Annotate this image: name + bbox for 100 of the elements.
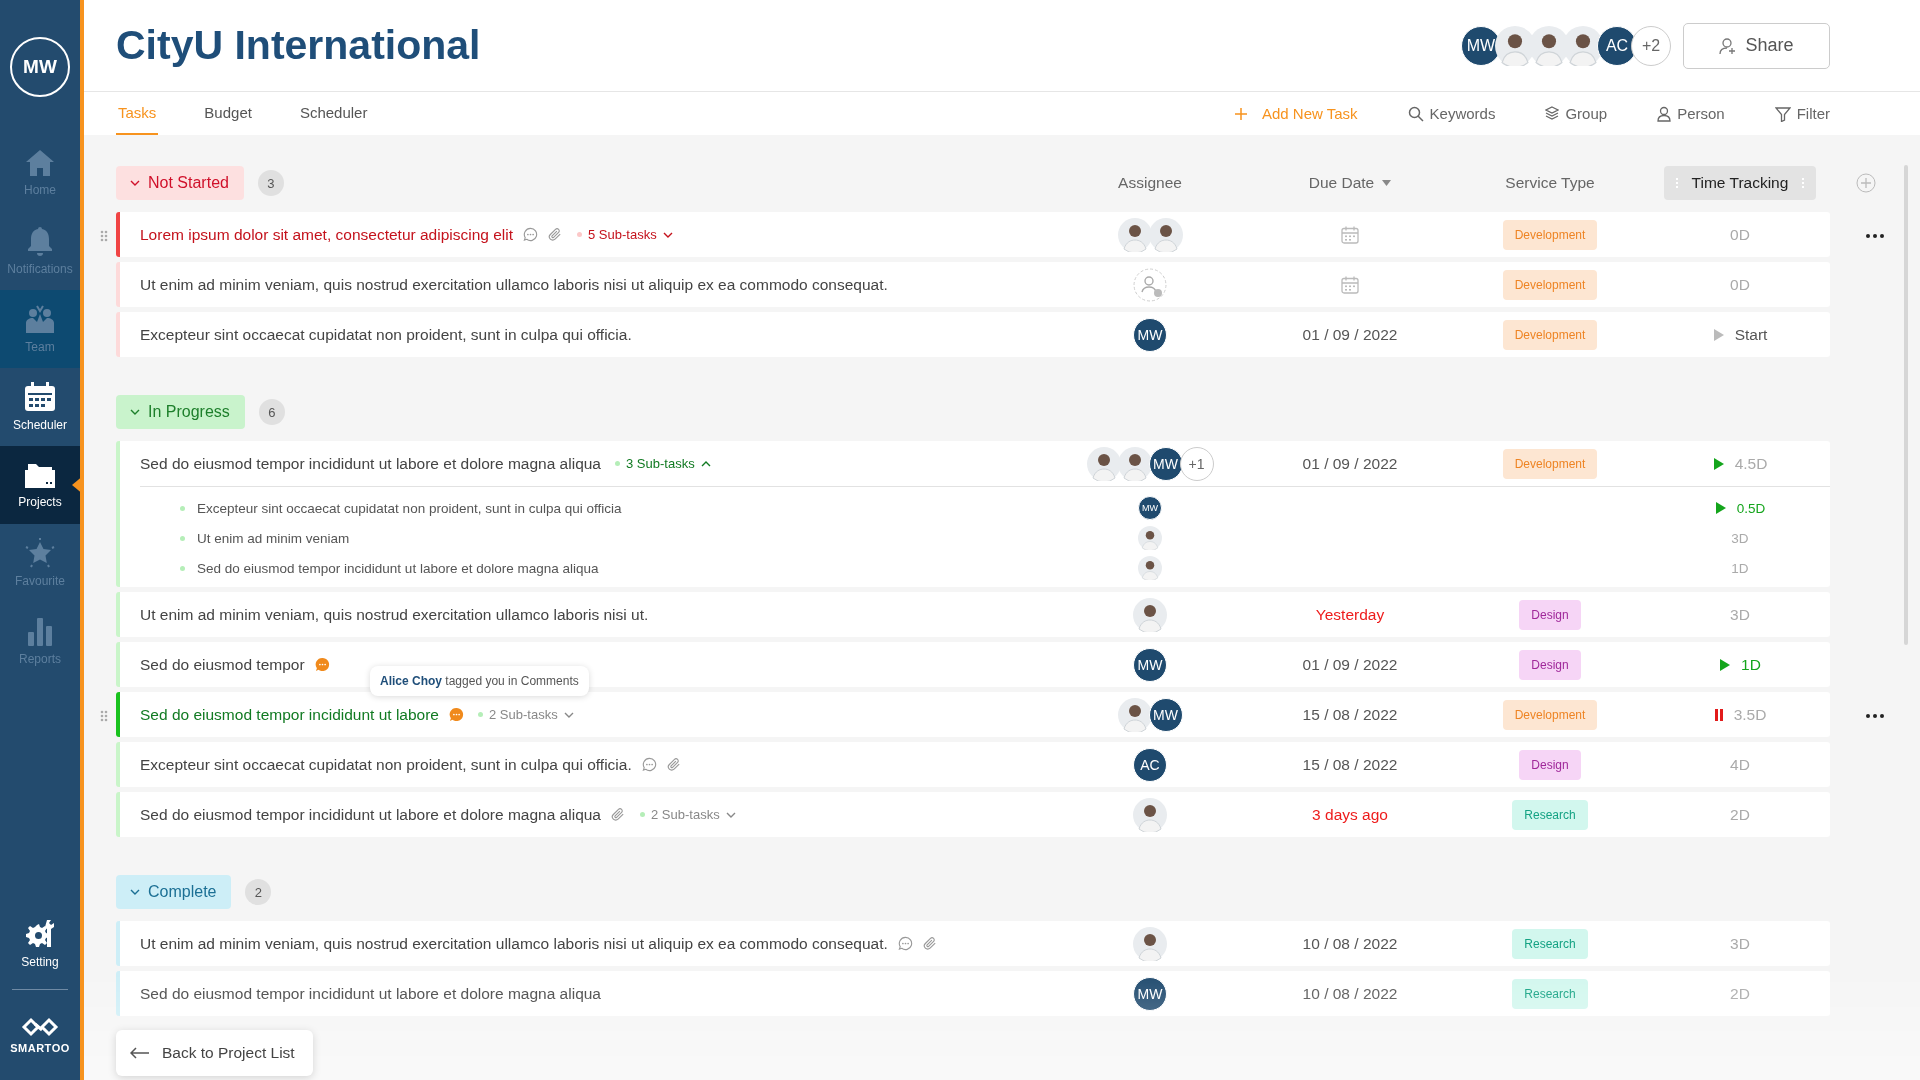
- person-avatar: [1138, 556, 1162, 580]
- chevron-down-icon: [725, 810, 736, 819]
- back-button[interactable]: Back to Project List: [116, 1030, 313, 1076]
- add-column-icon[interactable]: [1856, 173, 1876, 193]
- paperclip-icon[interactable]: [611, 807, 626, 822]
- sidebar-item[interactable]: Setting: [0, 905, 80, 983]
- sort-caret-icon[interactable]: [1382, 180, 1392, 186]
- subtasks-toggle[interactable]: 2 Sub-tasks: [636, 807, 736, 822]
- task-title[interactable]: Sed do eiusmod tempor incididunt ut labore et dolore magna aliqua: [140, 805, 601, 824]
- due-date: 10 / 08 / 2022: [1302, 984, 1398, 1003]
- add-assignee-icon[interactable]: [1133, 267, 1167, 302]
- service-tag: Design: [1519, 599, 1581, 630]
- service-tag: Design: [1519, 749, 1581, 780]
- service-tag: Design: [1519, 649, 1581, 680]
- more-icon[interactable]: [1866, 714, 1884, 718]
- comment-icon[interactable]: [897, 936, 913, 951]
- task-title[interactable]: Ut enim ad minim veniam, quis nostrud exercitation ullamco laboris nisi ut aliquip ex ea commodo consequat.: [140, 934, 888, 953]
- time-value: 2D: [1730, 984, 1750, 1003]
- sidebar-item[interactable]: Scheduler: [0, 368, 80, 446]
- comment-icon[interactable]: [523, 227, 539, 242]
- task-title[interactable]: Ut enim ad minim veniam, quis nostrud exercitation ullamco laboris nisi ut.: [140, 605, 649, 624]
- tab[interactable]: Budget: [202, 92, 254, 135]
- tab[interactable]: Scheduler: [297, 92, 370, 135]
- person-avatar: [1495, 25, 1535, 66]
- comment-icon[interactable]: [641, 757, 657, 772]
- play-icon[interactable]: [1719, 657, 1732, 672]
- more-icon[interactable]: [1866, 234, 1884, 238]
- subtasks-toggle[interactable]: 3 Sub-tasks: [611, 456, 711, 471]
- subtasks-toggle[interactable]: 2 Sub-tasks: [474, 707, 574, 722]
- person-avatar: [1117, 697, 1152, 732]
- task-row[interactable]: Ut enim ad minim veniam, quis nostrud exercitation ullamco laboris nisi ut. Yesterday Design 3D: [116, 592, 1830, 637]
- add-person-icon: [1719, 36, 1738, 55]
- task-row[interactable]: Excepteur sint occaecat cupidatat non proident, sunt in culpa qui officia. AC 15 / 08 / 2022 Design 4D: [116, 742, 1830, 787]
- subtask-title[interactable]: Sed do eiusmod tempor incididunt ut labore et dolore magna aliqua: [197, 560, 599, 576]
- service-tag: Research: [1512, 799, 1588, 830]
- subtask-title[interactable]: Excepteur sint occaecat cupidatat non proident, sunt in culpa qui officia: [197, 500, 622, 516]
- user-avatar[interactable]: MW: [10, 37, 70, 97]
- time-value: Start: [1734, 325, 1768, 344]
- status-group-toggle[interactable]: In Progress: [116, 395, 245, 429]
- count-badge: 3: [257, 170, 284, 196]
- column-header[interactable]: Due Date: [1250, 174, 1450, 192]
- column-header[interactable]: Assignee: [1050, 174, 1250, 192]
- toolbar-button[interactable]: Person: [1657, 105, 1725, 122]
- status-group-toggle[interactable]: Not Started: [116, 166, 244, 200]
- share-button[interactable]: Share: [1683, 22, 1830, 69]
- task-title[interactable]: Sed do eiusmod tempor incididunt ut labore et dolore magna aliqua: [140, 984, 601, 1003]
- drag-handle[interactable]: [100, 710, 108, 722]
- status-group-toggle[interactable]: Complete: [116, 875, 232, 909]
- task-title[interactable]: Sed do eiusmod tempor incididunt ut labore: [140, 705, 439, 724]
- toolbar-button[interactable]: Group: [1545, 105, 1608, 122]
- project-title: CityU International: [116, 22, 482, 69]
- subtasks-toggle[interactable]: 5 Sub-tasks: [573, 227, 673, 242]
- chevron-down-icon: [130, 408, 140, 416]
- paperclip-icon[interactable]: [922, 936, 938, 951]
- task-title[interactable]: Excepteur sint occaecat cupidatat non proident, sunt in culpa qui officia.: [140, 755, 632, 774]
- subtask-title[interactable]: Ut enim ad minim veniam: [197, 530, 350, 546]
- play-icon[interactable]: [1712, 327, 1725, 342]
- service-tag: Development: [1502, 219, 1598, 250]
- drag-handle[interactable]: [100, 230, 108, 242]
- person-avatar: [1148, 217, 1183, 252]
- play-icon[interactable]: [1712, 456, 1725, 471]
- task-row[interactable]: [116, 441, 1830, 587]
- more-avatars-badge[interactable]: +1: [1179, 446, 1214, 481]
- task-row[interactable]: Sed do eiusmod tempor incididunt ut labore et dolore magna aliqua MW 10 / 08 / 2022 Research 2D: [116, 971, 1830, 1016]
- time-value: 2D: [1730, 805, 1750, 824]
- task-title[interactable]: Lorem ipsum dolor sit amet, consectetur adipiscing elit: [140, 225, 514, 244]
- task-row[interactable]: Ut enim ad minim veniam, quis nostrud exercitation ullamco laboris nisi ut aliquip ex ea commodo consequat. Development 0D: [116, 262, 1830, 307]
- toolbar-button[interactable]: Filter: [1774, 105, 1830, 122]
- unread-comment-icon[interactable]: [314, 657, 330, 672]
- pause-icon[interactable]: [1713, 708, 1724, 721]
- task-title[interactable]: Ut enim ad minim veniam, quis nostrud exercitation ullamco laboris nisi ut aliquip ex ea commodo consequat.: [140, 275, 888, 294]
- column-header[interactable]: Time Tracking: [1664, 166, 1816, 200]
- notification-tooltip: Alice Choy tagged you in Comments: [370, 666, 589, 696]
- time-value: 3D: [1730, 934, 1750, 953]
- paperclip-icon[interactable]: [548, 227, 564, 242]
- toolbar-button[interactable]: Keywords: [1407, 105, 1496, 122]
- person-avatar: [1117, 217, 1152, 252]
- due-date: Yesterday: [1315, 605, 1385, 624]
- people-icon: [24, 304, 56, 334]
- task-title[interactable]: Sed do eiusmod tempor incididunt ut labore et dolore magna aliqua: [140, 454, 601, 473]
- task-row[interactable]: Ut enim ad minim veniam, quis nostrud exercitation ullamco laboris nisi ut aliquip ex ea commodo consequat. 10 / 08 / 2022 Research 3D: [116, 921, 1830, 966]
- service-tag: Development: [1502, 319, 1598, 350]
- task-row[interactable]: Sed do eiusmod tempor incididunt ut labore et dolore magna aliqua 2 Sub-tasks 3 days ago Research 2D: [116, 792, 1830, 837]
- calendar-icon[interactable]: [1340, 274, 1360, 295]
- play-icon[interactable]: [1714, 501, 1727, 515]
- task-title[interactable]: Excepteur sint occaecat cupidatat non proident, sunt in culpa qui officia.: [140, 325, 632, 344]
- column-header[interactable]: Service Type: [1450, 174, 1650, 192]
- bell-icon: [27, 226, 53, 256]
- person-avatar: [1133, 797, 1167, 832]
- chevron-down-icon: [662, 230, 673, 239]
- person-avatar: [1529, 25, 1569, 66]
- paperclip-icon[interactable]: [666, 757, 682, 772]
- unread-comment-icon[interactable]: [449, 707, 464, 722]
- calendar-icon[interactable]: [1340, 224, 1360, 245]
- more-avatars-badge[interactable]: +2: [1631, 25, 1671, 66]
- plus-icon: [1233, 106, 1248, 121]
- task-row[interactable]: Excepteur sint occaecat cupidatat non proident, sunt in culpa qui officia. MW 01 / 09 / 2022 Development Start: [116, 312, 1830, 357]
- layers-icon: [1545, 105, 1560, 122]
- avatar: MW: [1148, 697, 1183, 732]
- avatar: MW: [1133, 647, 1167, 682]
